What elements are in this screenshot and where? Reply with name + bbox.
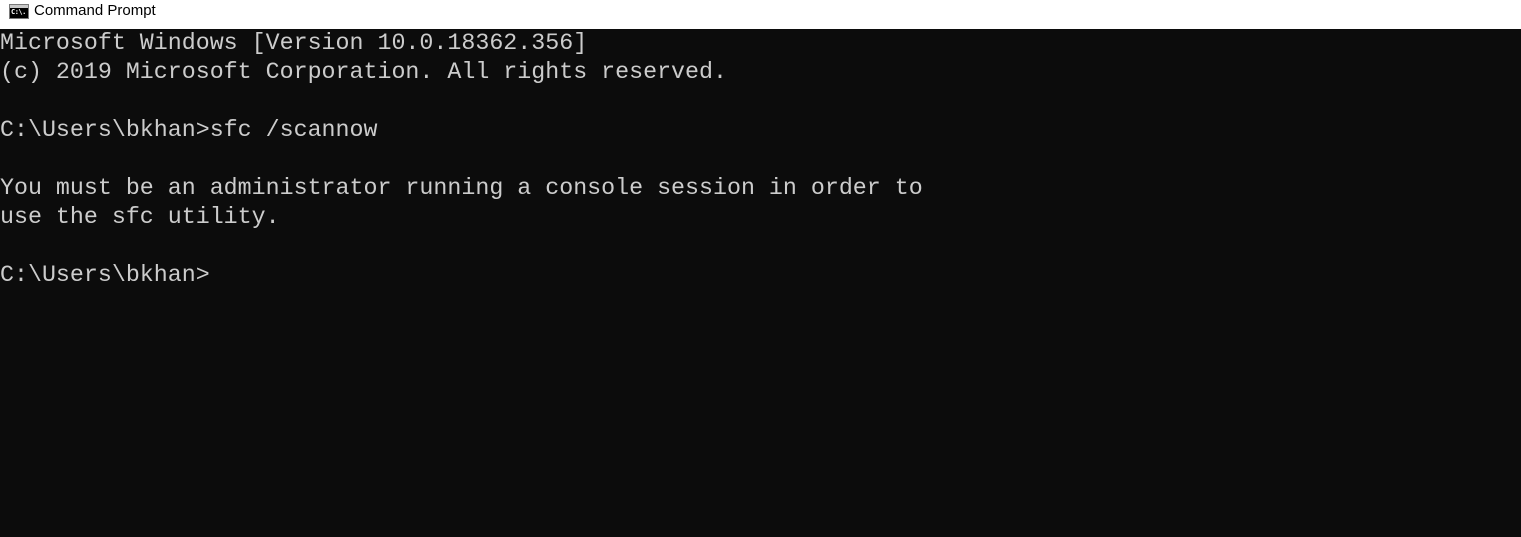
console-output[interactable]: Microsoft Windows [Version 10.0.18362.35… bbox=[0, 29, 1521, 537]
window-title: Command Prompt bbox=[34, 2, 156, 19]
cmd-icon-text: C:\. bbox=[11, 8, 26, 16]
console-line-error-1: You must be an administrator running a c… bbox=[0, 175, 923, 201]
console-line-error-2: use the sfc utility. bbox=[0, 204, 280, 230]
cmd-icon: C:\. bbox=[9, 4, 29, 19]
console-prompt[interactable]: C:\Users\bkhan> bbox=[0, 261, 210, 290]
console-line-version: Microsoft Windows [Version 10.0.18362.35… bbox=[0, 30, 588, 56]
console-line-command: C:\Users\bkhan>sfc /scannow bbox=[0, 117, 378, 143]
title-bar[interactable]: C:\. Command Prompt bbox=[0, 0, 1521, 29]
command-prompt-window: C:\. Command Prompt Microsoft Windows [V… bbox=[0, 0, 1521, 537]
console-line-copyright: (c) 2019 Microsoft Corporation. All righ… bbox=[0, 59, 727, 85]
